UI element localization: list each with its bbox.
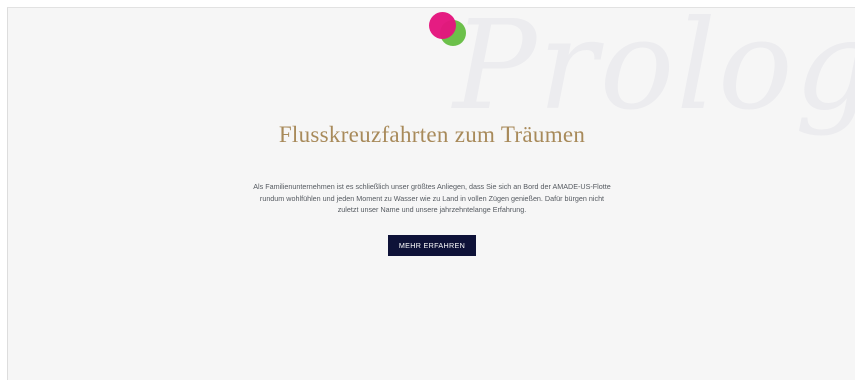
pink-dot-icon <box>429 12 456 39</box>
page: Prolog Flusskreuzfahrten zum Träumen Als… <box>0 0 855 380</box>
hero-title: Flusskreuzfahrten zum Träumen <box>278 122 586 147</box>
mehr-erfahren-button[interactable]: MEHR ERFAHREN <box>388 235 476 256</box>
background-watermark-text: Prolog <box>453 7 855 138</box>
brand-logo[interactable] <box>428 11 468 49</box>
hero-description: Als Familienunternehmen ist es schließli… <box>253 182 611 214</box>
hero-section: Prolog Flusskreuzfahrten zum Träumen Als… <box>7 7 855 380</box>
